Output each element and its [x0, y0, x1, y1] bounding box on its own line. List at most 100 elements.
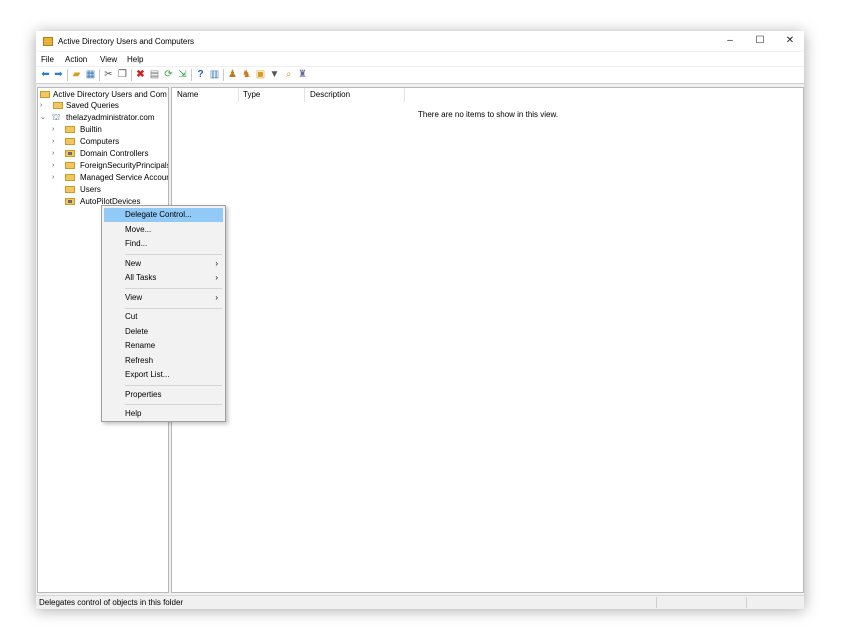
new-ou-icon[interactable]: ▣ — [255, 69, 266, 80]
submenu-arrow-icon: › — [215, 273, 218, 282]
column-header-type[interactable]: Type — [243, 88, 260, 102]
chevron-down-icon[interactable]: ⌄ — [40, 112, 46, 123]
find-icon[interactable]: ⌕ — [283, 69, 294, 80]
menu-item-label: Refresh — [125, 356, 154, 365]
maximize-button[interactable]: ☐ — [749, 34, 771, 48]
column-divider[interactable] — [238, 88, 239, 102]
minimize-button[interactable]: – — [719, 34, 741, 48]
menu-item-label: Export List... — [125, 370, 170, 379]
menu-item-label: New — [125, 259, 142, 268]
up-folder-icon[interactable]: ▰ — [71, 69, 82, 80]
status-divider — [656, 597, 657, 608]
status-divider — [746, 597, 747, 608]
tree-item-label: thelazyadministrator.com — [66, 113, 155, 122]
export-list-icon[interactable]: ⇲ — [177, 69, 188, 80]
menu-item-delegate-control[interactable]: Delegate Control... — [104, 208, 223, 222]
toolbar: ⬅ ➡ ▰ ▦ ✂ ❐ ✖ ▤ ⟳ ⇲ ? ▥ ♟ ♞ ▣ ▼ ⌕ ♜ — [36, 67, 804, 84]
menu-item-label: Delegate Control... — [125, 210, 192, 219]
menu-action[interactable]: Action — [65, 55, 87, 64]
new-group-icon[interactable]: ♞ — [241, 69, 252, 80]
menu-item-refresh[interactable]: Refresh — [104, 354, 223, 368]
chevron-right-icon[interactable]: › — [52, 148, 54, 159]
menu-separator — [125, 385, 222, 386]
chevron-right-icon[interactable]: › — [40, 100, 42, 111]
menu-item-label: Cut — [125, 312, 138, 321]
add-to-group-icon[interactable]: ♜ — [297, 69, 308, 80]
menu-item-delete[interactable]: Delete — [104, 325, 223, 339]
menu-item-label: Help — [125, 409, 142, 418]
menu-item-move[interactable]: Move... — [104, 223, 223, 237]
menu-item-label: Rename — [125, 341, 156, 350]
menu-separator — [125, 254, 222, 255]
toolbar-separator — [67, 69, 68, 81]
back-arrow-icon[interactable]: ⬅ — [40, 69, 51, 80]
menu-item-label: View — [125, 293, 143, 302]
new-user-icon[interactable]: ♟ — [227, 69, 238, 80]
close-button[interactable]: ✕ — [779, 34, 801, 48]
toolbar-separator — [131, 69, 132, 81]
menu-view[interactable]: View — [100, 55, 117, 64]
column-divider[interactable] — [304, 88, 305, 102]
folder-icon — [65, 174, 75, 181]
chevron-right-icon[interactable]: › — [52, 160, 54, 171]
cut-icon[interactable]: ✂ — [103, 69, 114, 80]
copy-icon[interactable]: ❐ — [117, 69, 128, 80]
filter-icon[interactable]: ▼ — [269, 69, 280, 80]
menu-help[interactable]: Help — [127, 55, 143, 64]
properties-icon[interactable]: ▤ — [149, 69, 160, 80]
tree-item-label: Domain Controllers — [80, 149, 149, 158]
menu-item-help[interactable]: Help — [104, 407, 223, 421]
column-header-description[interactable]: Description — [310, 88, 350, 102]
menu-file[interactable]: File — [41, 55, 54, 64]
show-console-tree-icon[interactable]: ▦ — [85, 69, 96, 80]
menu-separator — [125, 404, 222, 405]
menu-item-cut[interactable]: Cut — [104, 310, 223, 324]
delete-icon[interactable]: ✖ — [135, 69, 146, 80]
menu-item-label: Properties — [125, 390, 162, 399]
title-bar: Active Directory Users and Computers – ☐… — [36, 31, 804, 51]
tree-item-label: ForeignSecurityPrincipals — [80, 161, 169, 170]
folder-icon — [65, 162, 75, 169]
aduc-app-icon — [43, 37, 53, 46]
window-title: Active Directory Users and Computers — [58, 37, 195, 46]
submenu-arrow-icon: › — [215, 259, 218, 268]
menu-item-view[interactable]: View › — [104, 291, 223, 305]
menu-item-label: All Tasks — [125, 273, 157, 282]
status-bar: Delegates control of objects in this fol… — [36, 595, 804, 609]
folder-icon — [65, 138, 75, 145]
menu-separator — [125, 288, 222, 289]
menu-item-export-list[interactable]: Export List... — [104, 368, 223, 382]
toolbar-separator — [223, 69, 224, 81]
menu-item-all-tasks[interactable]: All Tasks › — [104, 271, 223, 285]
menu-item-find[interactable]: Find... — [104, 237, 223, 251]
menu-item-label: Delete — [125, 327, 149, 336]
menu-item-label: Find... — [125, 239, 148, 248]
aduc-root-icon — [40, 91, 50, 98]
folder-icon — [65, 186, 75, 193]
column-header-name[interactable]: Name — [177, 88, 198, 102]
status-text: Delegates control of objects in this fol… — [39, 598, 184, 607]
chevron-right-icon[interactable]: › — [52, 172, 54, 183]
folder-icon — [53, 102, 63, 109]
tree-item-label: Computers — [80, 137, 120, 146]
menu-item-rename[interactable]: Rename — [104, 339, 223, 353]
chevron-right-icon[interactable]: › — [52, 136, 54, 147]
help-icon[interactable]: ? — [195, 69, 206, 80]
menu-item-new[interactable]: New › — [104, 257, 223, 271]
menu-item-label: Move... — [125, 225, 152, 234]
refresh-icon[interactable]: ⟳ — [163, 69, 174, 80]
results-pane[interactable]: Name Type Description There are no items… — [171, 87, 804, 593]
show-action-pane-icon[interactable]: ▥ — [209, 69, 220, 80]
ou-icon — [65, 198, 75, 205]
chevron-right-icon[interactable]: › — [52, 124, 54, 135]
tree-item-label: Saved Queries — [66, 101, 119, 110]
forward-arrow-icon[interactable]: ➡ — [53, 69, 64, 80]
tree-root-label: Active Directory Users and Com — [53, 90, 167, 99]
folder-icon — [65, 126, 75, 133]
column-divider[interactable] — [404, 88, 405, 102]
ou-icon — [65, 150, 75, 157]
menu-item-properties[interactable]: Properties — [104, 388, 223, 402]
toolbar-separator — [191, 69, 192, 81]
toolbar-separator — [99, 69, 100, 81]
tree-item-label: Managed Service Accour — [80, 173, 169, 182]
